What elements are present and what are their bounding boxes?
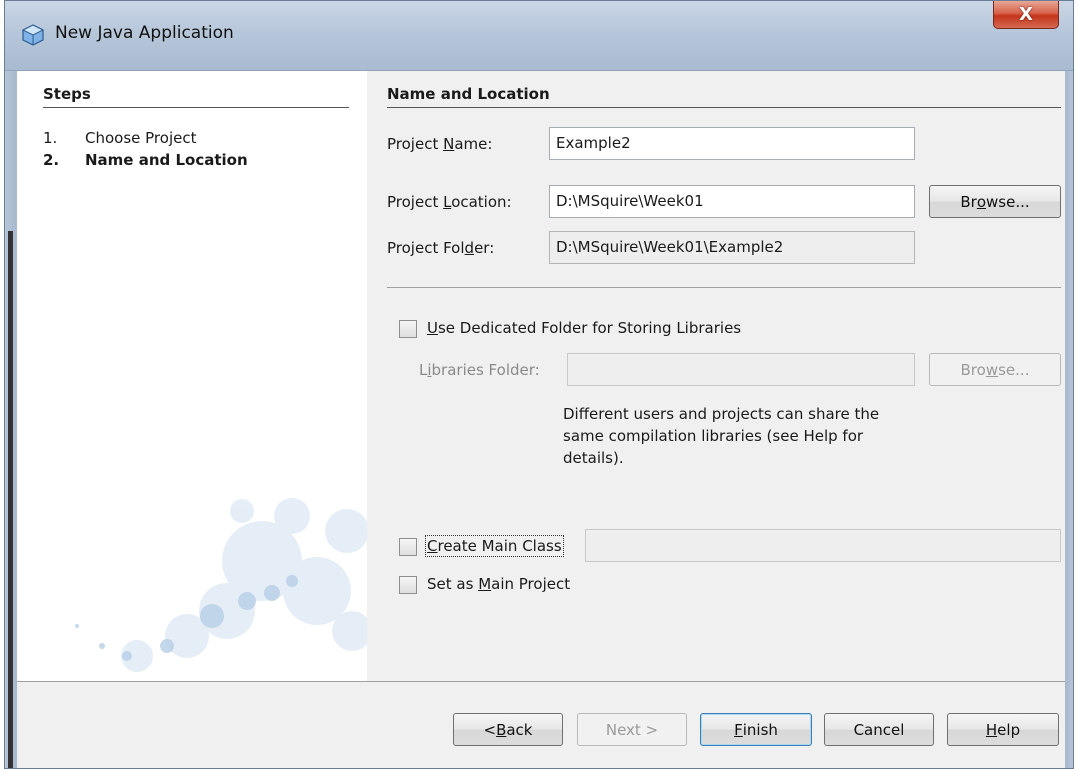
project-folder-label: Project Folder: bbox=[387, 239, 495, 257]
button-bar: < Back Next > Finish Cancel Help bbox=[17, 681, 1065, 768]
steps-heading: Steps bbox=[43, 85, 349, 108]
dedicated-folder-label[interactable]: Use Dedicated Folder for Storing Librari… bbox=[427, 319, 741, 337]
project-name-field[interactable]: Example2 bbox=[549, 127, 915, 160]
steps-panel: Steps 1. Choose Project 2. Name and Locati… bbox=[17, 71, 367, 681]
set-main-project-checkbox[interactable] bbox=[399, 576, 417, 594]
help-button[interactable]: Help bbox=[947, 713, 1059, 746]
libraries-help-text: Different users and projects can share t… bbox=[563, 405, 880, 467]
project-name-label: Project Name: bbox=[387, 135, 493, 153]
finish-button[interactable]: Finish bbox=[700, 713, 812, 746]
step-number: 2. bbox=[43, 151, 60, 169]
separator bbox=[387, 287, 1061, 288]
netbeans-cube-icon bbox=[21, 24, 45, 46]
step-item-name-and-location: 2. Name and Location bbox=[43, 151, 248, 169]
main-panel: Name and Location Project Name: Example2… bbox=[367, 71, 1065, 681]
libraries-folder-field[interactable] bbox=[567, 353, 915, 386]
project-location-field[interactable]: D:\MSquire\Week01 bbox=[549, 185, 915, 218]
step-number: 1. bbox=[43, 129, 58, 147]
window-frame-right bbox=[1065, 71, 1073, 768]
step-item-choose-project: 1. Choose Project bbox=[43, 129, 196, 147]
window-title: New Java Application bbox=[55, 23, 234, 43]
back-button[interactable]: < Back bbox=[453, 713, 563, 746]
close-icon: X bbox=[1019, 4, 1033, 25]
project-location-label: Project Location: bbox=[387, 193, 512, 211]
cancel-button[interactable]: Cancel bbox=[824, 713, 934, 746]
main-class-field[interactable] bbox=[585, 529, 1061, 562]
new-java-application-dialog: New Java Application X Steps 1. Choose P… bbox=[4, 0, 1074, 769]
dedicated-folder-checkbox[interactable] bbox=[399, 320, 417, 338]
step-label: Name and Location bbox=[85, 151, 248, 169]
project-folder-field[interactable]: D:\MSquire\Week01\Example2 bbox=[549, 231, 915, 264]
step-label: Choose Project bbox=[85, 129, 197, 147]
window-frame-left bbox=[5, 71, 17, 768]
title-bar[interactable]: New Java Application X bbox=[5, 1, 1073, 71]
next-button[interactable]: Next > bbox=[577, 713, 687, 746]
browse-libraries-button[interactable]: Bro w se... bbox=[929, 353, 1061, 386]
create-main-class-checkbox[interactable] bbox=[399, 538, 417, 556]
create-main-class-label[interactable]: Create Main Class bbox=[425, 535, 564, 557]
libraries-folder-label: Libraries Folder: bbox=[419, 361, 540, 379]
section-title: Name and Location bbox=[387, 85, 1061, 108]
browse-location-button[interactable]: Br o wse... bbox=[929, 185, 1061, 218]
close-button[interactable]: X bbox=[993, 1, 1059, 29]
set-main-project-label[interactable]: Set as Main Project bbox=[427, 575, 570, 593]
